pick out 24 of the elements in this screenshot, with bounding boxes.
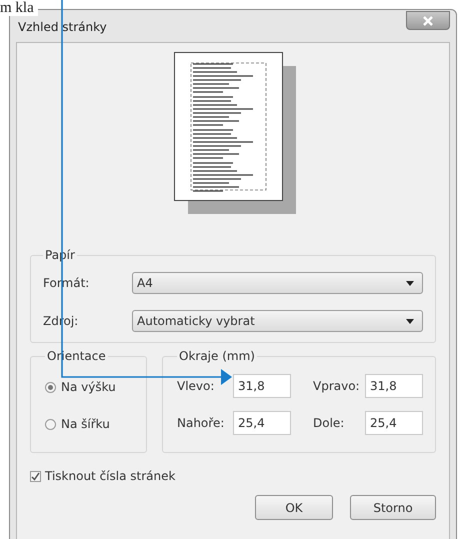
radio-label: Na šířku bbox=[61, 417, 110, 431]
field-label: Nahoře: bbox=[177, 416, 226, 430]
margin-input[interactable]: 25,4 bbox=[233, 411, 291, 435]
margin-input[interactable]: 25,4 bbox=[365, 411, 423, 435]
callout-text: m kla bbox=[0, 0, 38, 16]
field-label: Vpravo: bbox=[312, 379, 361, 393]
radio-label: Na výšku bbox=[61, 380, 116, 394]
radio-button[interactable] bbox=[45, 418, 56, 430]
field-label: Dole: bbox=[312, 416, 346, 430]
dropdown-arrow-icon bbox=[406, 280, 414, 286]
margin-input[interactable]: 31,8 bbox=[233, 374, 291, 398]
checkbox[interactable] bbox=[30, 470, 41, 482]
dropdown[interactable]: A4 bbox=[132, 272, 423, 294]
dropdown[interactable]: Automaticky vybrat bbox=[132, 310, 423, 332]
group-title: Okraje (mm) bbox=[178, 349, 256, 363]
checkbox-label: Tisknout čísla stránek bbox=[45, 469, 176, 483]
ok-button[interactable]: OK bbox=[255, 495, 333, 520]
margin-input[interactable]: 31,8 bbox=[365, 374, 423, 398]
dropdown-arrow-icon bbox=[406, 318, 414, 324]
close-button[interactable] bbox=[406, 11, 450, 30]
cancel-button[interactable]: Storno bbox=[350, 495, 436, 520]
field-label: Vlevo: bbox=[177, 379, 216, 393]
radio-button[interactable] bbox=[45, 382, 56, 392]
close-icon bbox=[422, 16, 434, 26]
